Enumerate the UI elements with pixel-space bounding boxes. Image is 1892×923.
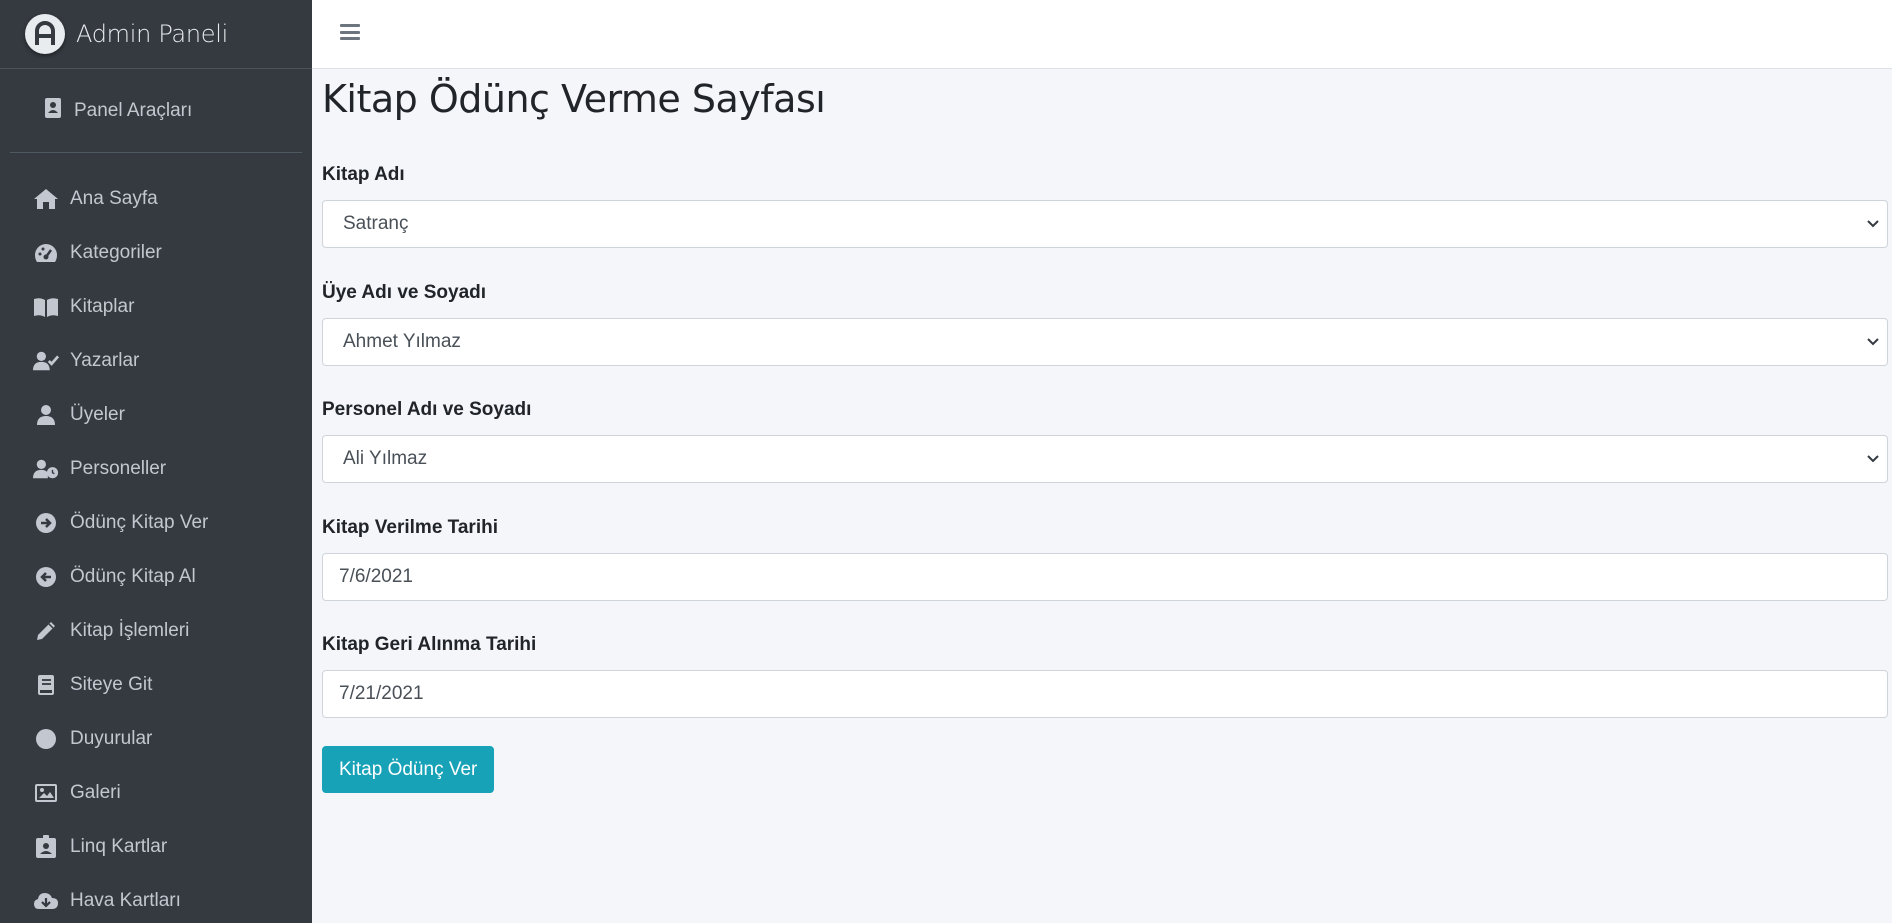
top-navbar <box>312 0 1892 69</box>
sidebar-item-linq-kartlar[interactable]: Linq Kartlar <box>0 820 312 874</box>
address-book-icon <box>44 97 62 124</box>
panel-tools-link[interactable]: Panel Araçları <box>10 69 302 153</box>
return-date-value: 7/21/2021 <box>339 683 424 704</box>
sidebar-item-hava-kartlari[interactable]: Hava Kartları <box>0 874 312 923</box>
staff-select-value: Ali Yılmaz <box>343 448 428 469</box>
circle-icon <box>33 726 59 752</box>
cloud-download-icon <box>33 888 59 914</box>
staff-label: Personel Adı ve Soyadı <box>322 399 532 420</box>
return-date-input[interactable]: 7/21/2021 <box>322 670 1888 718</box>
member-field-group: Üye Adı ve Soyadı Ahmet Yılmaz <box>322 280 1888 366</box>
main-content: Kitap Ödünç Verme Sayfası Kitap Adı Satr… <box>322 69 1888 793</box>
logo-a-icon <box>35 21 55 45</box>
sidebar-item-label: Personeller <box>70 458 167 479</box>
menu-toggle-icon[interactable] <box>340 22 360 42</box>
sidebar-item-ana-sayfa[interactable]: Ana Sayfa <box>0 172 312 226</box>
member-select[interactable]: Ahmet Yılmaz <box>322 318 1888 366</box>
book-open-icon <box>33 294 59 320</box>
user-icon <box>33 402 59 428</box>
sidebar-item-personeller[interactable]: Personeller <box>0 442 312 496</box>
member-label: Üye Adı ve Soyadı <box>322 282 487 303</box>
id-badge-icon <box>33 834 59 860</box>
panel-tools-label: Panel Araçları <box>74 99 193 121</box>
book-label: Kitap Adı <box>322 164 405 185</box>
page-title: Kitap Ödünç Verme Sayfası <box>322 77 826 121</box>
sidebar-item-kitap-islemleri[interactable]: Kitap İşlemleri <box>0 604 312 658</box>
sidebar-item-label: Ana Sayfa <box>70 188 158 209</box>
sidebar-item-label: Kitap İşlemleri <box>70 620 190 641</box>
arrow-circle-right-icon <box>33 510 59 536</box>
brand-title: Admin Paneli <box>76 20 228 48</box>
lend-date-label: Kitap Verilme Tarihi <box>322 517 498 538</box>
user-clock-icon <box>33 456 59 482</box>
book-field-group: Kitap Adı Satranç <box>322 162 1888 248</box>
staff-select[interactable]: Ali Yılmaz <box>322 435 1888 483</box>
pencil-icon <box>33 618 59 644</box>
sidebar-item-label: Galeri <box>70 782 121 803</box>
arrow-circle-left-icon <box>33 564 59 590</box>
sidebar-item-yazarlar[interactable]: Yazarlar <box>0 334 312 388</box>
home-icon <box>33 186 59 212</box>
brand-link[interactable]: Admin Paneli <box>0 0 312 69</box>
book-select-value: Satranç <box>343 213 409 234</box>
lend-date-input[interactable]: 7/6/2021 <box>322 553 1888 601</box>
return-date-label: Kitap Geri Alınma Tarihi <box>322 634 537 655</box>
sidebar-item-label: Yazarlar <box>70 350 140 371</box>
user-check-icon <box>33 348 59 374</box>
chevron-down-icon <box>1867 455 1879 463</box>
book-select[interactable]: Satranç <box>322 200 1888 248</box>
sidebar-item-siteye-git[interactable]: Siteye Git <box>0 658 312 712</box>
sidebar-item-label: Linq Kartlar <box>70 836 168 857</box>
sidebar-item-label: Siteye Git <box>70 674 153 695</box>
sidebar-nav: Ana Sayfa Kategoriler Kitaplar Yazarlar … <box>0 153 312 923</box>
tachometer-icon <box>33 240 59 266</box>
brand-logo <box>25 14 65 54</box>
sidebar-item-label: Ödünç Kitap Ver <box>70 512 209 533</box>
sidebar-item-odunc-kitap-al[interactable]: Ödünç Kitap Al <box>0 550 312 604</box>
sidebar-item-label: Üyeler <box>70 404 125 425</box>
sidebar-item-galeri[interactable]: Galeri <box>0 766 312 820</box>
lend-date-field-group: Kitap Verilme Tarihi 7/6/2021 <box>322 515 1888 601</box>
staff-field-group: Personel Adı ve Soyadı Ali Yılmaz <box>322 397 1888 483</box>
member-select-value: Ahmet Yılmaz <box>343 331 461 352</box>
sidebar-item-label: Hava Kartları <box>70 890 181 911</box>
sidebar-item-duyurular[interactable]: Duyurular <box>0 712 312 766</box>
chevron-down-icon <box>1867 220 1879 228</box>
return-date-field-group: Kitap Geri Alınma Tarihi 7/21/2021 <box>322 632 1888 718</box>
sidebar-item-uyeler[interactable]: Üyeler <box>0 388 312 442</box>
lend-date-value: 7/6/2021 <box>339 566 413 587</box>
sidebar-item-odunc-kitap-ver[interactable]: Ödünç Kitap Ver <box>0 496 312 550</box>
sidebar-item-label: Ödünç Kitap Al <box>70 566 196 587</box>
sidebar: Admin Paneli Panel Araçları Ana Sayfa Ka… <box>0 0 312 923</box>
book-icon <box>33 672 59 698</box>
lend-book-button[interactable]: Kitap Ödünç Ver <box>322 746 495 793</box>
sidebar-item-kategoriler[interactable]: Kategoriler <box>0 226 312 280</box>
image-icon <box>33 780 59 806</box>
sidebar-item-kitaplar[interactable]: Kitaplar <box>0 280 312 334</box>
sidebar-item-label: Kitaplar <box>70 296 135 317</box>
sidebar-item-label: Duyurular <box>70 728 153 749</box>
chevron-down-icon <box>1867 338 1879 346</box>
sidebar-item-label: Kategoriler <box>70 242 162 263</box>
